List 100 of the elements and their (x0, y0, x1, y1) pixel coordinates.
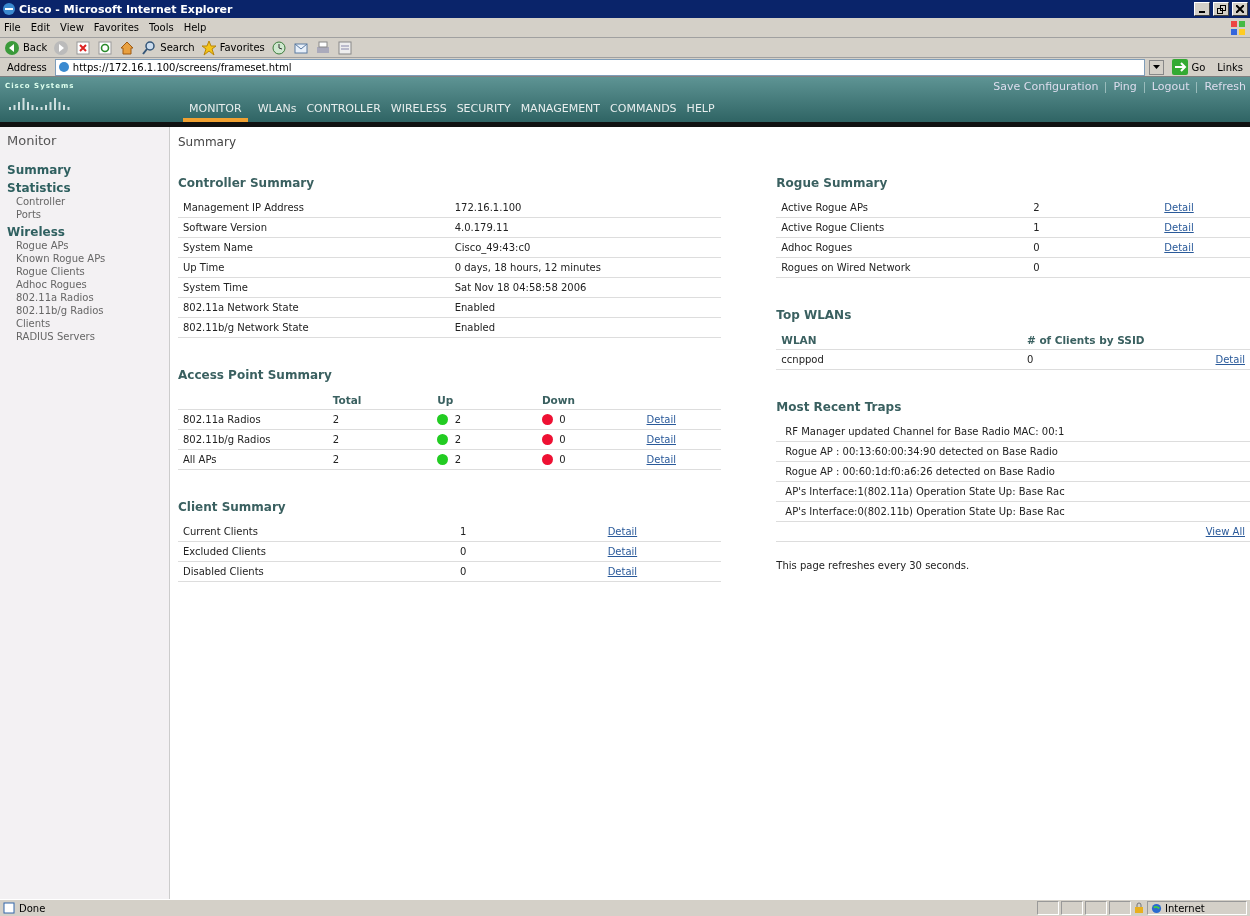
sidebar-item[interactable]: 802.11b/g Radios (7, 304, 169, 317)
status-panel (1061, 901, 1083, 915)
trap-message: AP's Interface:0(802.11b) Operation State Up: Base Rac (776, 501, 1250, 522)
sidebar-item[interactable]: Clients (7, 317, 169, 330)
section-heading: Controller Summary (178, 176, 315, 190)
toolbar-button[interactable] (97, 39, 114, 56)
toolbar-button[interactable]: Back (4, 39, 48, 56)
links-button[interactable]: Links (1213, 61, 1247, 73)
menu-item[interactable]: Favorites (93, 22, 139, 33)
sidebar-section[interactable]: Summary (7, 163, 169, 177)
row-value: 2 (454, 413, 462, 425)
sidebar-item[interactable]: RADIUS Servers (7, 330, 169, 343)
restore-icon (1216, 4, 1226, 14)
nav-tab[interactable]: WIRELESS (390, 102, 447, 122)
address-label: Address (6, 61, 48, 73)
document-icon (336, 39, 353, 56)
nav-tab[interactable]: MANAGEMENT (520, 102, 601, 122)
sidebar-item[interactable]: Adhoc Rogues (7, 278, 169, 291)
toolbar-button[interactable] (75, 39, 92, 56)
row-label: Rogues on Wired Network (776, 257, 1029, 278)
sidebar-item[interactable]: Controller (7, 195, 169, 208)
detail-link[interactable]: Detail (1164, 242, 1194, 253)
trap-message: Rogue AP : 00:13:60:00:34:90 detected on Base Radio (776, 441, 1250, 462)
status-dot (541, 434, 553, 446)
row-value: 2 (454, 453, 462, 465)
trap-message: AP's Interface:1(802.11a) Operation State Up: Base Rac (776, 481, 1250, 502)
row-value: Enabled (449, 297, 722, 318)
window-title: Cisco - Microsoft Internet Explorer (19, 2, 234, 16)
toolbar-button[interactable] (270, 39, 287, 56)
detail-link[interactable]: Detail (1164, 202, 1194, 213)
row-value: 0 (559, 453, 566, 465)
row-label: 802.11a Network State (178, 297, 450, 318)
home-icon (119, 39, 136, 56)
nav-tab[interactable]: SECURITY (456, 102, 511, 122)
toolbar-button[interactable]: Favorites (200, 39, 265, 56)
row-value: 0 (559, 433, 566, 445)
zone-text: Internet (1165, 902, 1205, 914)
row-value: 2 (1028, 198, 1160, 218)
address-field[interactable]: https://172.16.1.100/screens/frameset.html (54, 58, 1146, 76)
sidebar-item[interactable]: 802.11a Radios (7, 291, 169, 304)
menu-item[interactable]: File (4, 22, 21, 33)
menu-item[interactable]: Tools (149, 22, 174, 33)
sidebar-item[interactable]: Ports (7, 208, 169, 221)
menu-item[interactable]: Edit (30, 22, 51, 33)
column-header: Up (432, 390, 537, 410)
detail-link[interactable]: Detail (646, 434, 676, 445)
row-value: 1 (454, 522, 603, 542)
nav-tab[interactable]: CONTROLLER (306, 102, 381, 122)
toolbar-button[interactable] (314, 39, 331, 56)
page-icon (3, 902, 15, 914)
close-icon (1236, 5, 1244, 13)
row-value: 2 (327, 409, 433, 430)
row-value: 0 (1021, 349, 1211, 370)
status-dot (437, 434, 449, 446)
sidebar-item[interactable]: Known Rogue APs (7, 252, 169, 265)
row-label: Management IP Address (178, 198, 450, 218)
detail-link[interactable]: Detail (607, 566, 638, 577)
minimize-button[interactable] (1194, 2, 1210, 16)
status-panel (1085, 901, 1107, 915)
row-label: Active Rogue Clients (776, 217, 1029, 238)
detail-link[interactable]: Detail (646, 454, 676, 465)
row-value: 1 (1028, 217, 1160, 238)
nav-tab[interactable]: COMMANDS (610, 102, 677, 122)
trap-message: RF Manager updated Channel for Base Radio MAC: 00:1 (776, 422, 1250, 442)
toolbar-button[interactable] (119, 39, 136, 56)
detail-link[interactable]: Detail (1164, 222, 1194, 233)
lock-icon (1133, 902, 1145, 914)
address-text: https://172.16.1.100/screens/frameset.html (72, 61, 292, 73)
close-button[interactable] (1232, 2, 1248, 16)
detail-link[interactable]: Detail (607, 526, 638, 537)
toolbar-button[interactable]: Search (141, 39, 195, 56)
menu-item[interactable]: Help (183, 22, 207, 33)
detail-link[interactable]: Detail (607, 546, 638, 557)
page-title: Summary (178, 135, 237, 149)
nav-tab[interactable]: WLANs (257, 102, 297, 122)
sidebar-item[interactable]: Rogue Clients (7, 265, 169, 278)
sidebar-section[interactable]: Wireless (7, 225, 169, 239)
view-all-link[interactable]: View All (1205, 526, 1245, 537)
star-icon (200, 39, 217, 56)
go-button[interactable]: Go (1168, 59, 1210, 75)
status-text: Done (19, 902, 46, 914)
sidebar-title: Monitor (7, 133, 58, 148)
detail-link[interactable]: Detail (646, 414, 676, 425)
section-heading: Top WLANs (776, 308, 853, 322)
row-label: 802.11b/g Radios (178, 429, 328, 450)
restore-button[interactable] (1213, 2, 1229, 16)
row-value: 2 (454, 433, 462, 445)
section-heading: Access Point Summary (178, 368, 333, 382)
row-label: Disabled Clients (178, 561, 455, 582)
sidebar-section[interactable]: Statistics (7, 181, 169, 195)
nav-tab[interactable]: MONITOR (183, 102, 248, 122)
nav-tab[interactable]: HELP (686, 102, 715, 122)
menu-item[interactable]: View (60, 22, 84, 33)
sidebar-item[interactable]: Rogue APs (7, 239, 169, 252)
row-label: Current Clients (178, 522, 455, 542)
row-label: 802.11a Radios (178, 409, 328, 430)
detail-link[interactable]: Detail (1215, 354, 1245, 365)
status-dot (437, 414, 449, 426)
printer-icon (314, 39, 331, 56)
clock-icon (270, 39, 287, 56)
